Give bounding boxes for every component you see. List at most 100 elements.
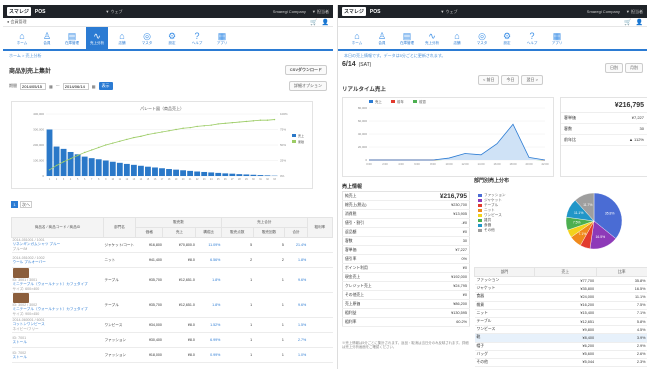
store-selector[interactable]: ▼ ウェブ xyxy=(440,9,457,15)
nav-item-help[interactable]: ? ヘルプ xyxy=(521,27,543,49)
col-qty[interactable]: 販売点数 xyxy=(220,227,254,238)
dept-row[interactable]: ジャケット ¥35,800 16.5% xyxy=(474,284,647,294)
calendar-icon[interactable]: ▦ xyxy=(49,84,53,89)
brand-logo[interactable]: スマレジ xyxy=(342,7,366,16)
nav-item-stock[interactable]: ▤ 在庫管理 xyxy=(61,27,83,49)
bar[interactable] xyxy=(130,164,137,176)
bar[interactable] xyxy=(109,161,116,176)
table-row[interactable]: 2014-051002 / 1002 ウール プルオーバー ニット ¥41,400 ¥8… xyxy=(11,252,333,268)
cart-icon[interactable]: 🛒 xyxy=(310,19,317,26)
dept-row[interactable]: 靴 ¥8,400 3.9% xyxy=(474,333,647,343)
bar[interactable] xyxy=(81,156,88,176)
nav-item-member[interactable]: ♙ 会員 xyxy=(36,27,58,49)
bar[interactable] xyxy=(201,171,208,176)
col-dept[interactable]: 部門 xyxy=(474,267,535,277)
csv-download-button[interactable]: CSVダウンロード xyxy=(284,65,327,75)
bar[interactable] xyxy=(215,172,222,176)
bar[interactable] xyxy=(257,175,264,176)
dept-row[interactable]: ニット ¥15,400 7.1% xyxy=(474,309,647,318)
account-menu[interactable]: ▼ 担当者 xyxy=(626,9,643,15)
bar[interactable] xyxy=(67,151,74,176)
dept-row[interactable]: ワンピース ¥9,800 4.5% xyxy=(474,325,647,335)
dept-row[interactable]: 雑貨 ¥16,200 7.5% xyxy=(474,301,647,310)
table-row[interactable]: 2014-060001 / 6001 コットンワンピース ネイビー/フリー ワンピース… xyxy=(11,317,333,333)
nav-item-chart[interactable]: ∿ 売上分析 xyxy=(86,27,108,49)
table-row[interactable]: ID: 3002 / 3002 ミニテーブル（ウォールナット）カフェタイプ サイズ:… xyxy=(11,292,333,318)
bar[interactable] xyxy=(53,146,60,176)
next-day-button[interactable]: 翌日 > xyxy=(521,75,543,85)
bar[interactable] xyxy=(264,175,271,176)
bar[interactable] xyxy=(166,169,172,176)
bar[interactable] xyxy=(229,173,236,176)
bar[interactable] xyxy=(116,162,123,176)
col-price[interactable]: 価格 xyxy=(134,227,164,238)
page-1-button[interactable]: 1 xyxy=(11,201,18,208)
dept-row[interactable]: バッグ ¥5,600 2.6% xyxy=(474,350,647,359)
monthly-view-button[interactable]: 月別 xyxy=(625,63,643,73)
col-count[interactable]: 販売回数 xyxy=(252,227,286,238)
nav-item-home[interactable]: ⌂ ホーム xyxy=(346,27,368,49)
nav-item-settings[interactable]: ⚙ 設定 xyxy=(161,27,183,49)
bar[interactable] xyxy=(159,168,165,176)
nav-item-store[interactable]: ⌂ 店舗 xyxy=(446,27,468,49)
dept-row[interactable]: 食器 ¥24,000 11.1% xyxy=(474,292,647,302)
nav-item-stock[interactable]: ▤ 在庫管理 xyxy=(396,27,418,49)
col-gross[interactable]: 粗利率 xyxy=(306,217,333,238)
nav-item-app[interactable]: ▦ アプリ xyxy=(211,27,233,49)
col-ratio[interactable]: 構成比 xyxy=(195,227,222,238)
dept-row[interactable]: その他 ¥5,044 2.3% xyxy=(474,358,647,368)
dept-row[interactable]: 帽子 ¥6,200 2.9% xyxy=(474,342,647,351)
nav-item-home[interactable]: ⌂ ホーム xyxy=(11,27,33,49)
nav-item-chart[interactable]: ∿ 売上分析 xyxy=(421,27,443,49)
detail-options-button[interactable]: 詳細オプション xyxy=(289,81,327,91)
bar[interactable] xyxy=(180,170,187,176)
bar[interactable] xyxy=(88,158,95,176)
sub-nav-link[interactable]: ● 会員管理 xyxy=(7,19,27,25)
bar[interactable] xyxy=(145,166,151,176)
prev-day-button[interactable]: < 前日 xyxy=(478,75,500,85)
product-name-link[interactable]: ストール xyxy=(13,340,27,345)
nav-item-member[interactable]: ♙ 会員 xyxy=(371,27,393,49)
bar[interactable] xyxy=(74,154,81,176)
nav-item-master[interactable]: ◎ マスタ xyxy=(471,27,493,49)
col-sales[interactable]: 売上 xyxy=(162,227,197,238)
bar[interactable] xyxy=(46,129,53,177)
bar[interactable] xyxy=(95,159,102,176)
table-row[interactable]: ID: 7001 ストール ファッション ¥30,400 ¥8.0 6.99% 1 1 2.7% xyxy=(11,332,333,348)
account-menu[interactable]: ▼ 担当者 xyxy=(312,9,329,15)
next-page-button[interactable]: 次へ xyxy=(20,201,32,208)
bar[interactable] xyxy=(123,163,130,176)
bar[interactable] xyxy=(243,174,250,176)
bar[interactable] xyxy=(152,167,158,176)
bar[interactable] xyxy=(222,173,229,176)
product-name-link[interactable]: ストール xyxy=(13,355,27,360)
bar[interactable] xyxy=(208,172,215,176)
breadcrumb[interactable]: ホーム > 売上分析 xyxy=(3,51,333,61)
daily-view-button[interactable]: 日別 xyxy=(605,63,623,73)
bar[interactable] xyxy=(187,170,194,176)
col-total[interactable]: 合計 xyxy=(284,227,308,238)
col-dept[interactable]: 部門名 xyxy=(103,217,136,238)
user-icon[interactable]: 👤 xyxy=(636,19,643,26)
bar[interactable] xyxy=(173,169,179,176)
cart-icon[interactable]: 🛒 xyxy=(624,19,631,26)
product-name-link[interactable]: ウール プルオーバー xyxy=(13,260,46,265)
calendar-icon[interactable]: ▦ xyxy=(92,84,96,89)
store-selector[interactable]: ▼ ウェブ xyxy=(105,9,122,15)
date-to-input[interactable] xyxy=(62,82,89,90)
brand-logo[interactable]: スマレジ xyxy=(7,7,31,16)
col-ratio[interactable]: 比率 xyxy=(595,267,647,277)
table-row[interactable]: 2014-051001 / 1001 リネンギンガムシャツ ブルー ブルー/M ジャケ… xyxy=(11,237,333,253)
bar[interactable] xyxy=(102,160,109,177)
nav-item-store[interactable]: ⌂ 店舗 xyxy=(111,27,133,49)
col-sales[interactable]: 売上 xyxy=(534,267,597,277)
dept-row[interactable]: テーブル ¥12,651 5.8% xyxy=(474,317,647,327)
table-row[interactable]: ID: 3001 / 3001 ミニテーブル（ウォールナット）カフェタイプ サイズ:… xyxy=(11,267,333,293)
date-from-input[interactable] xyxy=(20,82,46,90)
apply-button[interactable]: 表示 xyxy=(98,82,113,90)
nav-item-master[interactable]: ◎ マスタ xyxy=(136,27,158,49)
bar[interactable] xyxy=(137,165,144,176)
user-icon[interactable]: 👤 xyxy=(322,19,329,26)
bar[interactable] xyxy=(194,171,201,176)
dept-row[interactable]: ファッション ¥77,700 35.8% xyxy=(474,276,647,286)
